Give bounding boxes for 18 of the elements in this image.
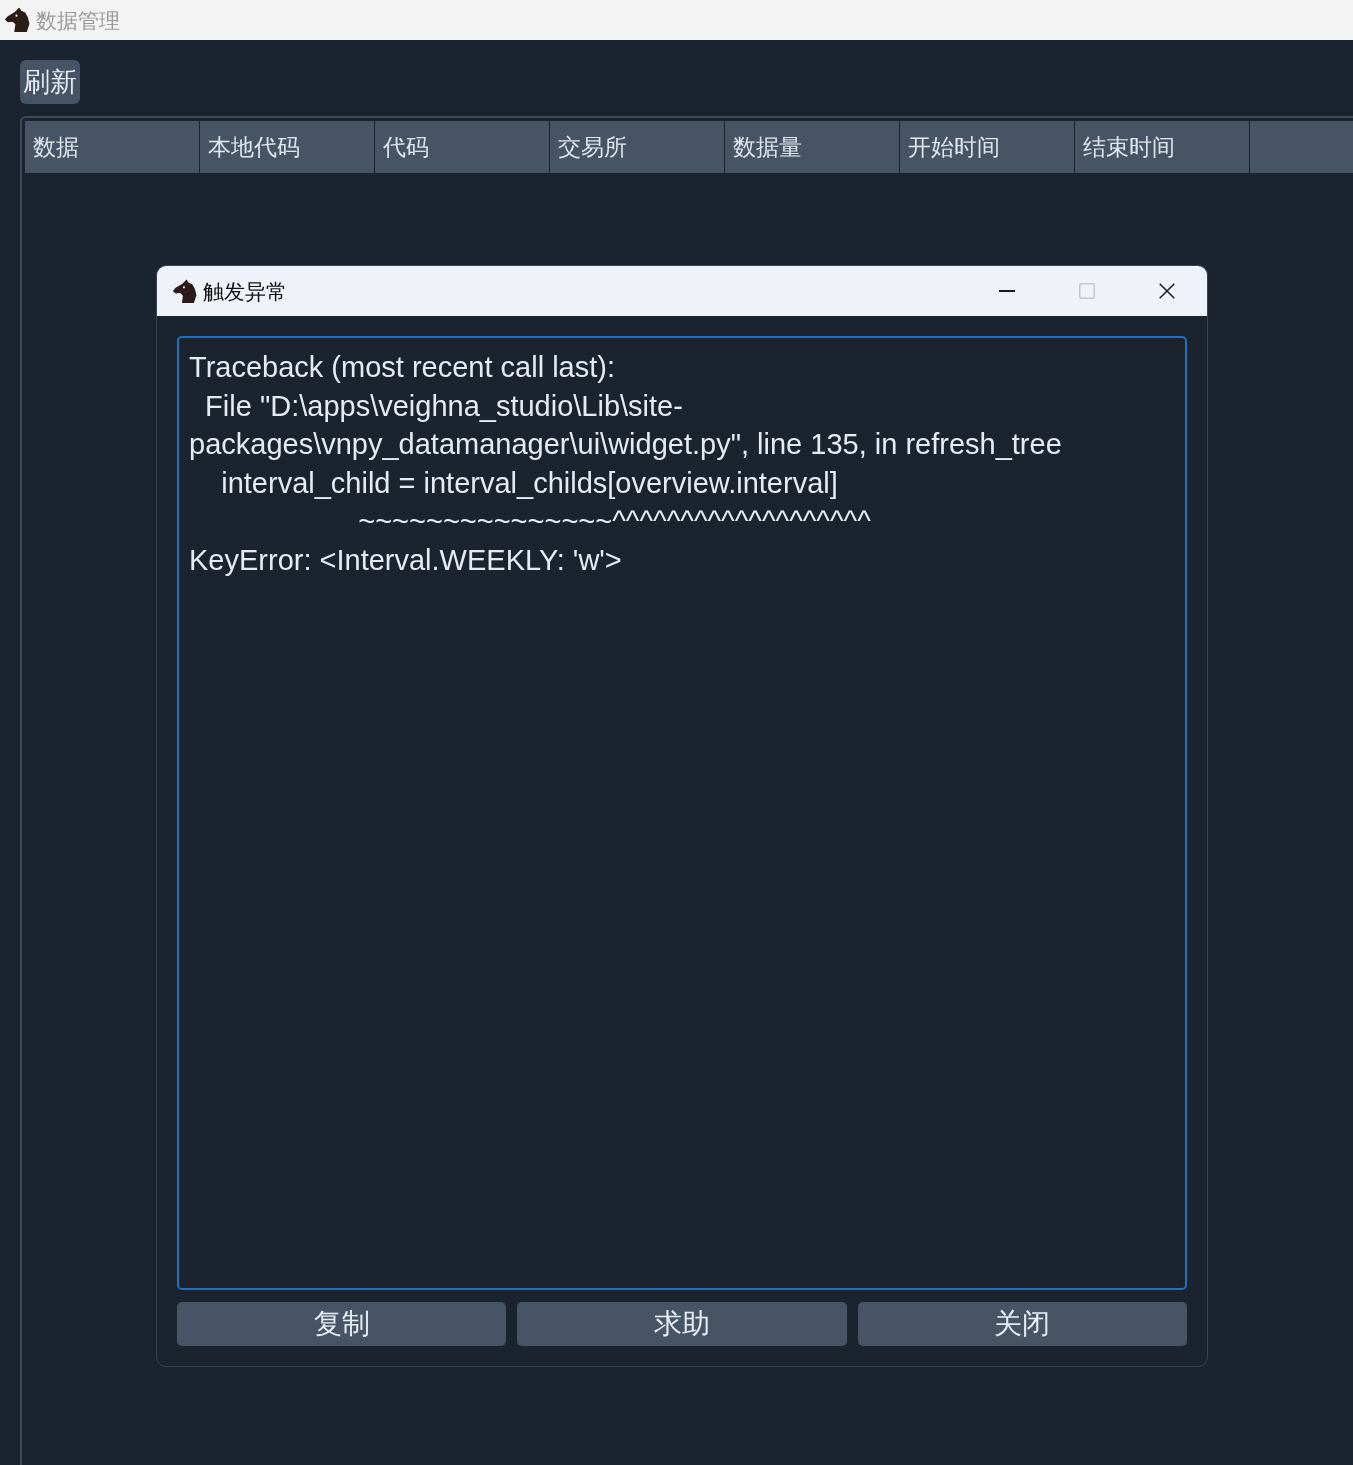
traceback-text: Traceback (most recent call last): File "D:\apps\veighna_studio\Lib\site- packages\vnpy_datamanager\ui\widget.py", line 135, in refresh_tree interval_child = interval_childs[overview.interval] ~~~~~~~~~~~~~~~^^^^^^^^^^^^^^^^^^^ KeyError: <Interval.WEEKLY: 'w'> — [189, 350, 1062, 578]
window-title: 数据管理 — [36, 9, 120, 31]
column-header[interactable]: 本地代码 — [200, 121, 375, 173]
column-header[interactable]: 代码 — [375, 121, 550, 173]
traceback-field[interactable] — [177, 336, 1187, 1290]
dialog-button[interactable]: 关闭 — [857, 1302, 1187, 1346]
refresh-button[interactable]: 刷新 — [20, 60, 80, 104]
column-header[interactable]: 数据 — [25, 121, 200, 173]
horse-head-icon — [4, 7, 30, 33]
column-header[interactable]: 交易所 — [550, 121, 725, 173]
dialog-button[interactable]: 复制 — [177, 1302, 507, 1346]
horse-head-icon — [172, 278, 197, 304]
column-header[interactable]: 数据量 — [725, 121, 900, 173]
close-icon[interactable] — [1159, 283, 1175, 299]
column-header[interactable]: 开始时间 — [900, 121, 1075, 173]
column-header[interactable]: 结束时间 — [1075, 121, 1250, 173]
dialog-title: 触发异常 — [203, 280, 287, 302]
dialog-button[interactable]: 求助 — [517, 1302, 847, 1346]
